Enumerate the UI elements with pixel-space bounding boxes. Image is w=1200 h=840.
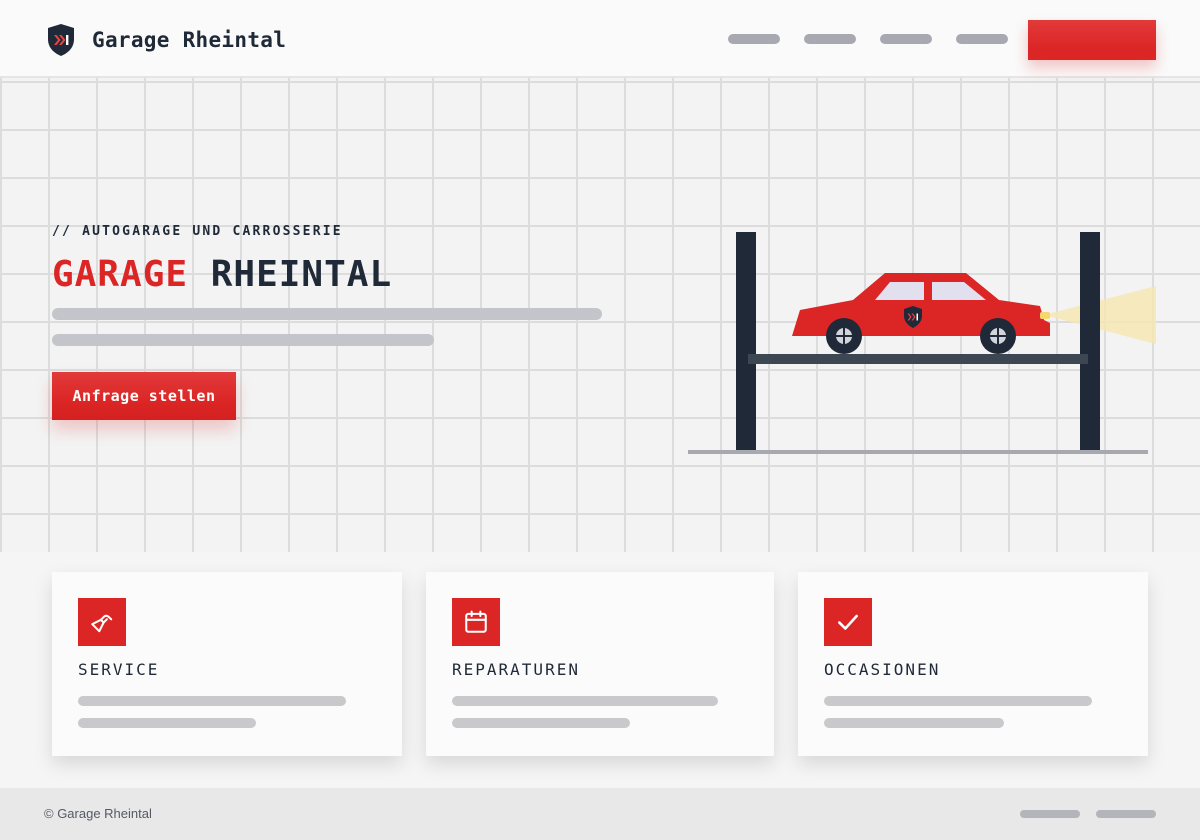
ground-line xyxy=(688,450,1148,454)
main-nav xyxy=(728,34,1032,44)
nav-item-1[interactable] xyxy=(728,34,780,44)
site-header: Garage Rheintal xyxy=(0,0,1200,78)
brand[interactable]: Garage Rheintal xyxy=(46,23,286,57)
service-card-title: SERVICE xyxy=(78,660,160,679)
check-icon xyxy=(824,598,872,646)
lift-post-right xyxy=(1080,232,1100,452)
lift-post-left xyxy=(736,232,756,452)
lift-arm xyxy=(748,354,1088,364)
card-text-line xyxy=(452,696,718,706)
car-on-lift-illustration xyxy=(688,232,1156,454)
site-footer: © Garage Rheintal xyxy=(0,788,1200,840)
reparaturen-card-title: REPARATUREN xyxy=(452,660,580,679)
service-card[interactable]: SERVICE xyxy=(52,572,402,756)
footer-link-2[interactable] xyxy=(1096,810,1156,818)
brand-name: Garage Rheintal xyxy=(92,28,287,52)
card-text-line xyxy=(452,718,630,728)
footer-link-1[interactable] xyxy=(1020,810,1080,818)
occasionen-card-title: OCCASIONEN xyxy=(824,660,941,679)
nav-item-2[interactable] xyxy=(804,34,856,44)
wheel-front xyxy=(826,318,862,354)
calendar-icon xyxy=(452,598,500,646)
services-section: SERVICE REPARATUREN OCCASIONEN xyxy=(0,552,1200,788)
nav-item-3[interactable] xyxy=(880,34,932,44)
hero-section: // AUTOGARAGE UND CARROSSERIE GARAGE RHE… xyxy=(0,78,1200,552)
reparaturen-card[interactable]: REPARATUREN xyxy=(426,572,774,756)
header-cta-button[interactable] xyxy=(1028,20,1156,60)
copyright-text: © Garage Rheintal xyxy=(44,806,152,821)
wheel-rear xyxy=(980,318,1016,354)
card-text-line xyxy=(824,696,1092,706)
card-text-line xyxy=(824,718,1004,728)
occasionen-card[interactable]: OCCASIONEN xyxy=(798,572,1148,756)
wrench-icon xyxy=(78,598,126,646)
shield-logo-icon xyxy=(46,23,76,57)
car xyxy=(792,273,1050,354)
card-text-line xyxy=(78,718,256,728)
card-text-line xyxy=(78,696,346,706)
nav-item-4[interactable] xyxy=(956,34,1008,44)
